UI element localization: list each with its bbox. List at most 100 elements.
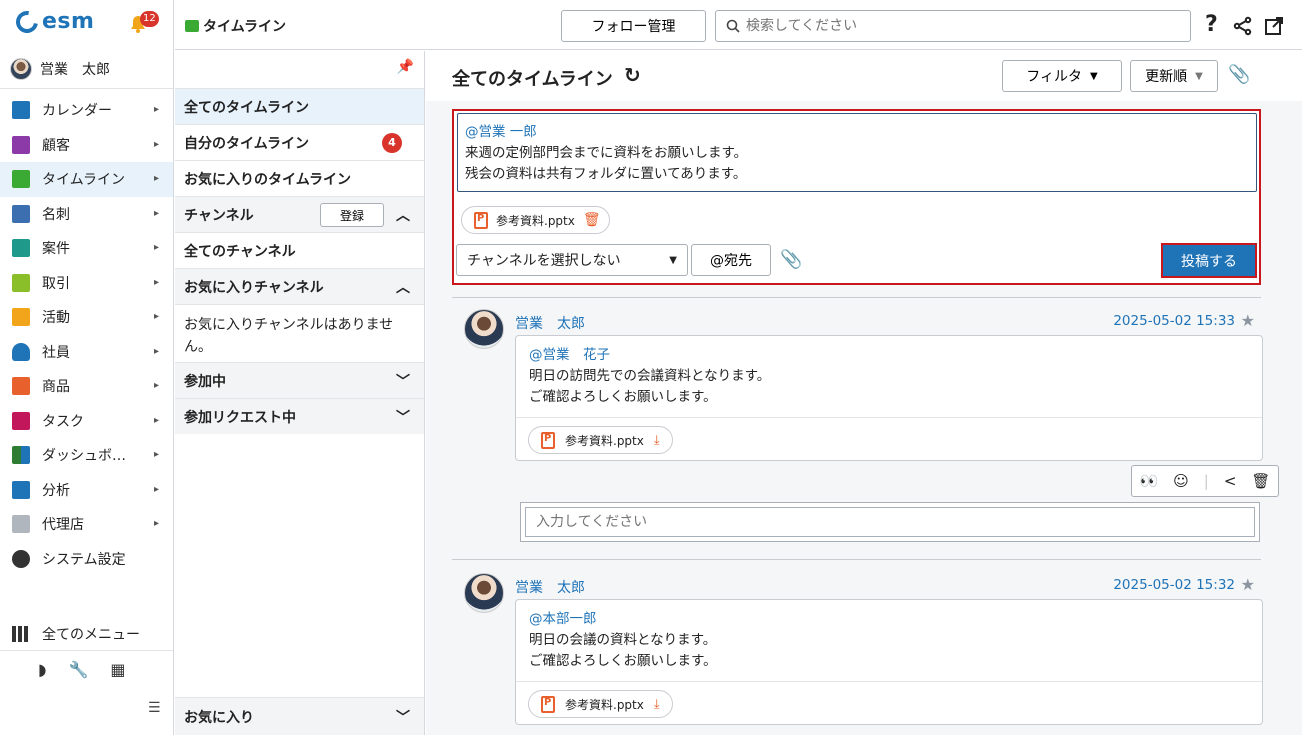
nav-item-timeline[interactable]: タイムライン ▸ [0,162,173,197]
nav-item-deal[interactable]: 案件 ▸ [0,231,173,266]
post-date[interactable]: 2025-05-02 15:32 [1113,577,1235,593]
register-channel-button[interactable]: 登録 [320,203,384,227]
add-reaction-icon[interactable]: ☺ [1173,472,1189,490]
post-body: @営業 花子 明日の訪問先での会議資料となります。 ご確認よろしくお願いします。… [515,335,1263,461]
chevron-right-icon: ▸ [153,483,159,495]
channel-select[interactable]: チャンネルを選択しない ▼ [456,244,688,276]
search-box [715,10,1191,42]
mention-to-button[interactable]: @宛先 [691,244,771,276]
author-name[interactable]: 営業 太郎 [515,577,585,597]
chevron-down-icon[interactable]: ﹀ [396,407,410,427]
chevron-down-icon[interactable]: ﹀ [396,371,410,391]
star-icon[interactable]: ★ [1241,311,1255,330]
joined-label: 参加中 [184,373,226,390]
post-textarea[interactable]: @営業 一郎 来週の定例部門会までに資料をお願いします。 残会の資料は共有フォル… [457,113,1257,192]
post-attachment[interactable]: 参考資料.pptx ⤓ [528,426,673,454]
nav-item-employee[interactable]: 社員 ▸ [0,335,173,370]
all-channels-item[interactable]: 全てのチャンネル [175,232,424,268]
open-in-new-window-icon[interactable] [1265,17,1283,35]
fav-timeline-label: お気に入りのタイムライン [184,171,352,188]
attachment-name[interactable]: 参考資料.pptx [496,212,575,229]
post-date[interactable]: 2025-05-02 15:33 [1113,313,1235,329]
reload-icon[interactable]: ↻ [624,63,641,87]
all-menu-label: 全てのメニュー [42,627,140,643]
author-avatar[interactable] [464,309,504,349]
nav-item-customer[interactable]: 顧客 ▸ [0,128,173,163]
nav-item-calendar[interactable]: カレンダー ▸ [0,93,173,128]
nav-item-agency[interactable]: 代理店 ▸ [0,507,173,542]
attach-file-icon[interactable]: 📎 [780,249,802,270]
nav-item-business-card[interactable]: 名刺 ▸ [0,197,173,232]
shield-icon[interactable]: ◗ [38,660,46,679]
nav-divider-bottom [0,650,173,651]
nav-item-analysis[interactable]: 分析 ▸ [0,473,173,508]
nav-item-product[interactable]: 商品 ▸ [0,369,173,404]
fav-channels-header[interactable]: お気に入りチャンネル ︿ [175,268,424,304]
box-icon [12,377,30,396]
person-icon [12,342,30,361]
post-attachment[interactable]: 参考資料.pptx ⤓ [528,690,673,718]
star-icon[interactable]: ★ [1241,575,1255,594]
share-icon[interactable] [1233,16,1253,36]
mention-text[interactable]: @本部一郎 [529,609,717,630]
nav-item-label: 顧客 [42,137,70,154]
collapse-sidebar-icon[interactable]: ☰ [148,700,161,716]
chevron-up-icon[interactable]: ︿ [396,277,410,297]
nav-item-transaction[interactable]: 取引 ▸ [0,266,173,301]
join-request-section-header[interactable]: 参加リクエスト中 ﹀ [175,398,424,434]
author-avatar[interactable] [464,573,504,613]
sort-label: 更新順 [1145,69,1188,85]
post-line: ご確認よろしくお願いします。 [529,389,717,405]
joined-section-header[interactable]: 参加中 ﹀ [175,362,424,398]
mention-text[interactable]: @営業 花子 [529,345,770,366]
help-icon[interactable]: ? [1205,12,1218,37]
submit-post-button[interactable]: 投稿する [1161,243,1257,278]
post-body: @本部一郎 明日の会議の資料となります。 ご確認よろしくお願いします。 参考資料… [515,599,1263,725]
nav-item-label: 名刺 [42,206,70,223]
user-avatar [10,58,32,80]
pptx-file-icon [541,431,555,449]
download-icon[interactable]: ⤓ [654,697,660,712]
eyes-icon[interactable]: 👀 [1139,472,1158,490]
pin-icon[interactable]: 📌 [397,59,414,75]
download-icon[interactable]: ⤓ [654,433,660,448]
nav-item-label: システム設定 [42,551,126,568]
all-timeline-label: 全てのタイムライン [184,99,310,116]
join-request-label: 参加リクエスト中 [184,409,296,426]
transaction-icon [12,273,30,292]
chevron-right-icon: ▸ [153,173,159,184]
favorites-section-header[interactable]: お気に入り ﹀ [175,697,424,735]
all-menu-button[interactable]: 全てのメニュー [12,624,140,644]
trash-icon[interactable]: 🗑 [1251,472,1270,490]
caret-down-icon: ▼ [669,254,677,266]
current-user[interactable]: 営業 太郎 [10,58,110,80]
author-name[interactable]: 営業 太郎 [515,313,585,333]
nav-item-task[interactable]: タスク ▸ [0,404,173,439]
post-line: 明日の訪問先での会議資料となります。 [529,368,771,384]
search-input[interactable] [746,18,1176,34]
chevron-up-icon[interactable]: ︿ [396,205,410,225]
caret-down-icon: ▼ [1090,70,1098,82]
channel-section-header[interactable]: チャンネル 登録 ︿ [175,196,424,232]
my-timeline-item[interactable]: 自分のタイムライン 4 [175,124,424,160]
trash-icon[interactable]: 🗑 [583,212,601,228]
channel-header-label: チャンネル [184,207,254,224]
nav-item-system-settings[interactable]: システム設定 [0,542,173,577]
all-timeline-item[interactable]: 全てのタイムライン [175,88,424,124]
attachment-filter-icon[interactable]: 📎 [1228,64,1250,85]
fav-timeline-item[interactable]: お気に入りのタイムライン [175,160,424,196]
follow-management-button[interactable]: フォロー管理 [561,10,706,42]
filter-dropdown[interactable]: フィルタ ▼ [1002,60,1122,92]
comment-input[interactable] [525,507,1255,537]
chevron-down-icon[interactable]: ﹀ [396,707,410,727]
sort-dropdown[interactable]: 更新順 ▼ [1130,60,1218,92]
calendar-icon [12,101,30,120]
share-icon[interactable]: < [1224,472,1237,490]
table-icon[interactable]: ▦ [110,660,125,679]
timeline-icon [185,20,199,32]
nav-item-dashboard[interactable]: ダッシュボ… ▸ [0,438,173,473]
nav-item-activity[interactable]: 活動 ▸ [0,300,173,335]
wrench-icon[interactable]: 🔧 [68,660,88,679]
esm-logo[interactable]: esm [11,6,94,38]
post-separator [452,559,1261,560]
